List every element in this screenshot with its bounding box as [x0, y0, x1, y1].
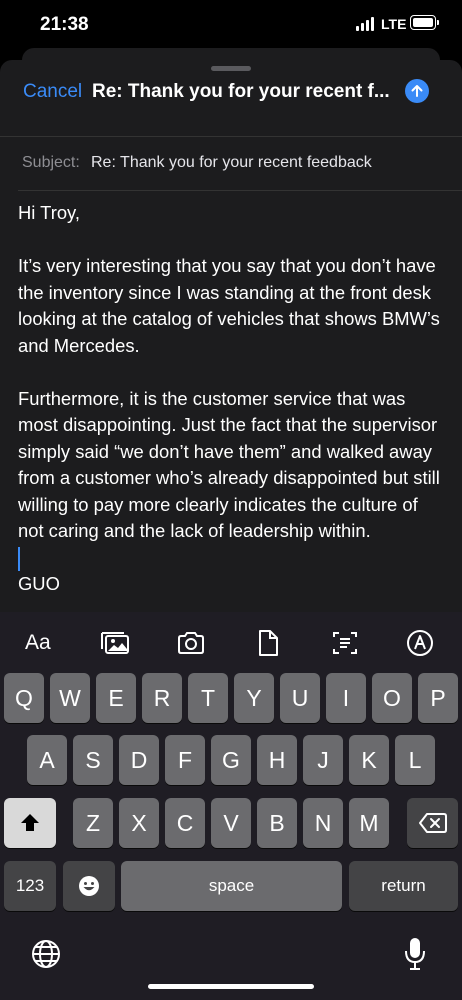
document-icon[interactable]	[253, 628, 283, 658]
home-indicator	[148, 984, 314, 989]
key[interactable]: E	[96, 673, 136, 723]
compose-sheet: Cancel Re: Thank you for your recent f..…	[0, 60, 462, 620]
status-time: 21:38	[40, 14, 89, 35]
key[interactable]: S	[73, 735, 113, 785]
text-cursor	[18, 546, 20, 571]
key[interactable]: X	[119, 798, 159, 848]
key[interactable]: H	[257, 735, 297, 785]
backspace-icon	[418, 813, 447, 833]
key[interactable]: U	[280, 673, 320, 723]
arrow-up-icon	[411, 85, 423, 97]
signal-icon	[356, 17, 376, 31]
key[interactable]: W	[50, 673, 90, 723]
key[interactable]: L	[395, 735, 435, 785]
body-paragraph: Hi Troy,	[18, 202, 80, 223]
key[interactable]: V	[211, 798, 251, 848]
keyboard: Aa Q W E R T Y U I O P A S D F G H J K L	[0, 612, 462, 1000]
key[interactable]: A	[27, 735, 67, 785]
key[interactable]: K	[349, 735, 389, 785]
key[interactable]: D	[119, 735, 159, 785]
camera-icon[interactable]	[176, 628, 206, 658]
status-bar: 21:38 LTE	[0, 0, 462, 50]
network-label: LTE	[381, 16, 407, 32]
cancel-button[interactable]: Cancel	[23, 81, 82, 103]
numbers-key[interactable]: 123	[4, 861, 56, 911]
microphone-icon[interactable]	[403, 937, 427, 971]
key[interactable]: J	[303, 735, 343, 785]
key[interactable]: O	[372, 673, 412, 723]
subject-field[interactable]: Re: Thank you for your recent feedback	[91, 154, 372, 172]
globe-icon[interactable]	[31, 939, 61, 969]
key[interactable]: B	[257, 798, 297, 848]
sheet-grabber[interactable]	[211, 66, 251, 71]
format-button[interactable]: Aa	[25, 631, 51, 655]
key[interactable]: T	[188, 673, 228, 723]
delete-key[interactable]	[407, 798, 458, 848]
key[interactable]: N	[303, 798, 343, 848]
shift-key[interactable]	[4, 798, 56, 848]
shift-icon	[21, 814, 39, 831]
subject-label: Subject:	[22, 154, 80, 171]
key[interactable]: Y	[234, 673, 274, 723]
divider	[0, 136, 462, 137]
key[interactable]: P	[418, 673, 458, 723]
key[interactable]: F	[165, 735, 205, 785]
signature: GUO	[18, 572, 60, 594]
body-paragraph: Furthermore, it is the customer service …	[18, 387, 440, 542]
key[interactable]: R	[142, 673, 182, 723]
markup-icon[interactable]	[405, 628, 435, 658]
photo-library-icon[interactable]	[100, 628, 130, 658]
key[interactable]: G	[211, 735, 251, 785]
scan-text-icon[interactable]	[330, 628, 360, 658]
send-button[interactable]	[405, 79, 429, 103]
return-key[interactable]: return	[349, 861, 458, 911]
battery-icon	[410, 15, 439, 30]
emoji-icon	[79, 876, 99, 896]
emoji-key[interactable]	[63, 861, 115, 911]
space-key[interactable]: space	[121, 861, 342, 911]
key[interactable]: M	[349, 798, 389, 848]
key[interactable]: Z	[73, 798, 113, 848]
body-paragraph: It’s very interesting that you say that …	[18, 255, 440, 356]
key[interactable]: I	[326, 673, 366, 723]
message-body[interactable]: Hi Troy, It’s very interesting that you …	[18, 200, 448, 597]
key[interactable]: Q	[4, 673, 44, 723]
divider	[18, 190, 462, 191]
compose-title: Re: Thank you for your recent f...	[92, 81, 390, 102]
key[interactable]: C	[165, 798, 205, 848]
